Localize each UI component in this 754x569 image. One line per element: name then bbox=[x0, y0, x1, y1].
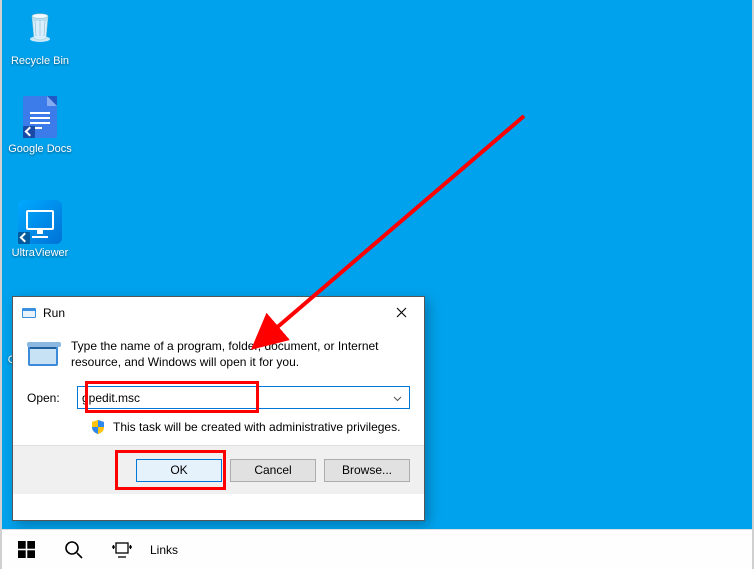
run-open-input[interactable] bbox=[82, 391, 389, 405]
google-docs-label: Google Docs bbox=[2, 143, 78, 156]
cancel-button[interactable]: Cancel bbox=[230, 459, 316, 482]
run-program-icon bbox=[27, 340, 61, 372]
browse-button[interactable]: Browse... bbox=[324, 459, 410, 482]
task-view-icon bbox=[112, 542, 132, 558]
search-button[interactable] bbox=[50, 530, 98, 569]
ok-button[interactable]: OK bbox=[136, 459, 222, 482]
run-button-bar: OK Cancel Browse... bbox=[13, 445, 424, 494]
run-title-text: Run bbox=[43, 306, 378, 320]
taskbar-links-label: Links bbox=[150, 543, 178, 557]
run-dialog: Run Type the name of a program, folder, bbox=[12, 296, 425, 521]
run-open-label: Open: bbox=[27, 391, 77, 405]
recycle-bin-label: Recycle Bin bbox=[2, 55, 78, 68]
taskbar-links-toolbar[interactable]: Links bbox=[146, 543, 178, 557]
taskbar: Links bbox=[2, 529, 752, 569]
uac-shield-icon bbox=[91, 419, 105, 435]
search-icon bbox=[64, 540, 84, 560]
close-icon bbox=[396, 307, 407, 318]
close-button[interactable] bbox=[378, 298, 424, 328]
run-admin-note-text: This task will be created with administr… bbox=[113, 420, 400, 434]
start-button[interactable] bbox=[2, 530, 50, 569]
desktop-background[interactable]: Recycle Bin Google Docs UltraViewe bbox=[2, 0, 752, 529]
ultraviewer-label: UltraViewer bbox=[2, 247, 78, 260]
run-titlebar-icon bbox=[21, 305, 37, 321]
windows-logo-icon bbox=[18, 541, 35, 558]
chevron-down-icon[interactable] bbox=[389, 391, 405, 405]
run-open-combobox[interactable] bbox=[77, 386, 410, 409]
ultraviewer-icon[interactable]: UltraViewer bbox=[2, 200, 78, 260]
task-view-button[interactable] bbox=[98, 530, 146, 569]
shortcut-arrow-icon bbox=[18, 232, 30, 244]
run-titlebar[interactable]: Run bbox=[13, 297, 424, 328]
run-description-text: Type the name of a program, folder, docu… bbox=[71, 338, 410, 372]
recycle-bin-icon[interactable]: Recycle Bin bbox=[2, 8, 78, 68]
google-docs-icon[interactable]: Google Docs bbox=[2, 96, 78, 156]
shortcut-arrow-icon bbox=[23, 126, 35, 138]
